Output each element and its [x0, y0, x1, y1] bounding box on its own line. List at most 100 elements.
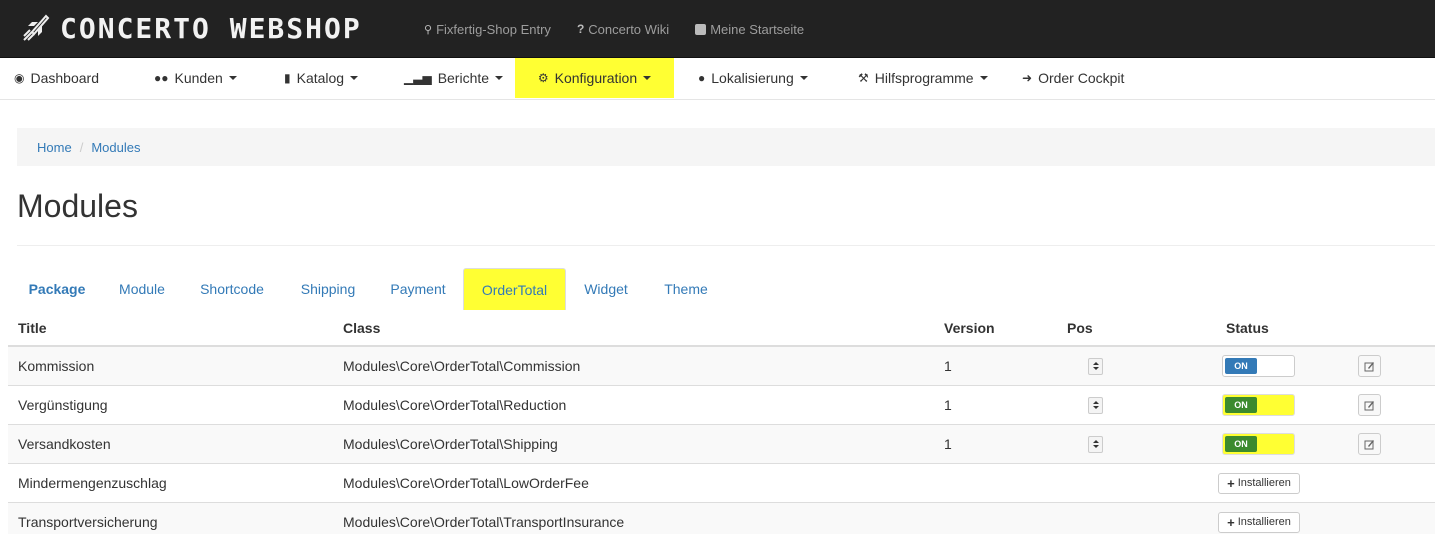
toplink-wiki[interactable]: ? Concerto Wiki: [577, 22, 669, 37]
nav-label: Dashboard: [30, 70, 99, 86]
install-button[interactable]: + Installieren: [1218, 472, 1300, 494]
tab-widget[interactable]: Widget: [576, 268, 636, 310]
toplink-startseite[interactable]: Meine Startseite: [695, 22, 804, 37]
header-status: Status: [1226, 320, 1269, 336]
caret-down-icon: [979, 76, 988, 80]
table-row: Transportversicherung Modules\Core\Order…: [8, 502, 1435, 534]
table-row: Versandkosten Modules\Core\OrderTotal\Sh…: [8, 424, 1435, 463]
page-title: Modules: [17, 188, 138, 224]
nav-katalog[interactable]: ▮ Katalog: [284, 58, 359, 98]
toggle-on-label: ON: [1225, 436, 1257, 452]
row-pos: [1067, 347, 1103, 385]
divider: [17, 245, 1435, 246]
breadcrumb-current[interactable]: Modules: [91, 140, 140, 155]
status-toggle[interactable]: ON: [1222, 355, 1295, 377]
edit-button[interactable]: [1358, 394, 1381, 416]
caret-down-icon: [228, 76, 237, 80]
row-version: 1: [944, 358, 952, 374]
row-class: Modules\Core\OrderTotal\TransportInsuran…: [343, 514, 625, 530]
nav-label: Katalog: [296, 70, 345, 86]
nav-konfiguration[interactable]: ⚙ Konfiguration: [515, 58, 674, 98]
row-status: + Installieren: [1208, 464, 1300, 502]
table-row: Kommission Modules\Core\OrderTotal\Commi…: [8, 346, 1435, 385]
caret-down-icon: [350, 76, 359, 80]
caret-down-icon: [643, 76, 652, 80]
book-icon: ▮: [284, 71, 291, 85]
row-edit: [1358, 386, 1381, 424]
row-status: ON: [1208, 386, 1295, 424]
tab-module[interactable]: Module: [112, 268, 172, 310]
brand-logo[interactable]: CONCERTO WEBSHOP: [18, 8, 362, 48]
position-sort-button[interactable]: [1088, 435, 1103, 453]
chart-icon: ▁▃▅: [404, 71, 432, 85]
nav-label: Order Cockpit: [1038, 70, 1125, 86]
rocket-icon: [23, 14, 50, 41]
toplink-label: Concerto Wiki: [588, 21, 670, 37]
row-class: Modules\Core\OrderTotal\LowOrderFee: [343, 475, 589, 491]
tab-theme[interactable]: Theme: [654, 268, 718, 310]
tab-payment[interactable]: Payment: [384, 268, 452, 310]
install-button[interactable]: + Installieren: [1218, 511, 1300, 533]
status-toggle[interactable]: ON: [1222, 433, 1295, 455]
wrench-icon: ⚒: [858, 71, 869, 85]
caret-down-icon: [799, 76, 808, 80]
tab-ordertotal[interactable]: OrderTotal: [463, 268, 566, 310]
sign-in-icon: ➜: [1022, 71, 1033, 85]
nav-dashboard[interactable]: ◉ Dashboard: [14, 58, 99, 98]
header-version: Version: [944, 320, 995, 336]
modules-table: Title Class Version Pos Status Kommissio…: [8, 311, 1435, 534]
users-icon: ●●: [154, 71, 169, 85]
row-class: Modules\Core\OrderTotal\Commission: [343, 358, 581, 374]
toplink-label: Fixfertig-Shop Entry: [436, 21, 551, 37]
edit-button[interactable]: [1358, 433, 1381, 455]
status-toggle[interactable]: ON: [1222, 394, 1295, 416]
globe-icon: ●: [698, 71, 706, 85]
row-version: 1: [944, 436, 952, 452]
row-class: Modules\Core\OrderTotal\Reduction: [343, 397, 567, 413]
install-label: Installieren: [1237, 516, 1291, 528]
row-version: 1: [944, 397, 952, 413]
nav-kunden[interactable]: ●● Kunden: [154, 58, 237, 98]
edit-button[interactable]: [1358, 355, 1381, 377]
breadcrumb: Home / Modules: [17, 128, 1435, 166]
plus-icon: +: [1227, 514, 1235, 530]
external-link-icon: [695, 23, 707, 35]
toplink-label: Meine Startseite: [710, 21, 805, 37]
row-class: Modules\Core\OrderTotal\Shipping: [343, 436, 558, 452]
row-title: Kommission: [18, 358, 95, 374]
row-title: Mindermengenzuschlag: [18, 475, 167, 491]
position-sort-button[interactable]: [1088, 396, 1103, 414]
install-label: Installieren: [1237, 477, 1291, 489]
header-title: Title: [18, 320, 47, 336]
nav-berichte[interactable]: ▁▃▅ Berichte: [404, 58, 504, 98]
nav-lokalisierung[interactable]: ● Lokalisierung: [698, 58, 808, 98]
breadcrumb-home[interactable]: Home: [37, 140, 72, 155]
toplink-shop-entry[interactable]: ⚲ Fixfertig-Shop Entry: [424, 22, 551, 37]
cogs-icon: ⚙: [537, 71, 549, 85]
nav-label: Berichte: [437, 70, 490, 86]
nav-order-cockpit[interactable]: ➜ Order Cockpit: [1022, 58, 1124, 98]
question-icon: ?: [576, 22, 585, 36]
nav-label: Kunden: [174, 70, 223, 86]
tab-shipping[interactable]: Shipping: [292, 268, 364, 310]
row-title: Vergünstigung: [18, 397, 108, 413]
key-icon: ⚲: [424, 23, 433, 36]
brand-name: CONCERTO WEBSHOP: [60, 11, 362, 45]
toggle-on-label: ON: [1225, 358, 1257, 374]
table-row: Mindermengenzuschlag Modules\Core\OrderT…: [8, 463, 1435, 502]
position-sort-button[interactable]: [1088, 357, 1103, 375]
row-status: ON: [1208, 347, 1295, 385]
row-title: Versandkosten: [18, 436, 111, 452]
dashboard-icon: ◉: [14, 71, 25, 85]
row-edit: [1358, 425, 1381, 463]
table-header: Title Class Version Pos Status: [8, 311, 1435, 346]
table-row: Vergünstigung Modules\Core\OrderTotal\Re…: [8, 385, 1435, 424]
tab-shortcode[interactable]: Shortcode: [196, 268, 268, 310]
breadcrumb-separator: /: [79, 139, 84, 155]
row-status: ON: [1208, 425, 1295, 463]
edit-icon: [1364, 400, 1374, 410]
row-status: + Installieren: [1208, 503, 1300, 534]
tab-package[interactable]: Package: [26, 268, 88, 310]
nav-hilfsprogramme[interactable]: ⚒ Hilfsprogramme: [858, 58, 988, 98]
nav-label: Konfiguration: [554, 70, 638, 86]
